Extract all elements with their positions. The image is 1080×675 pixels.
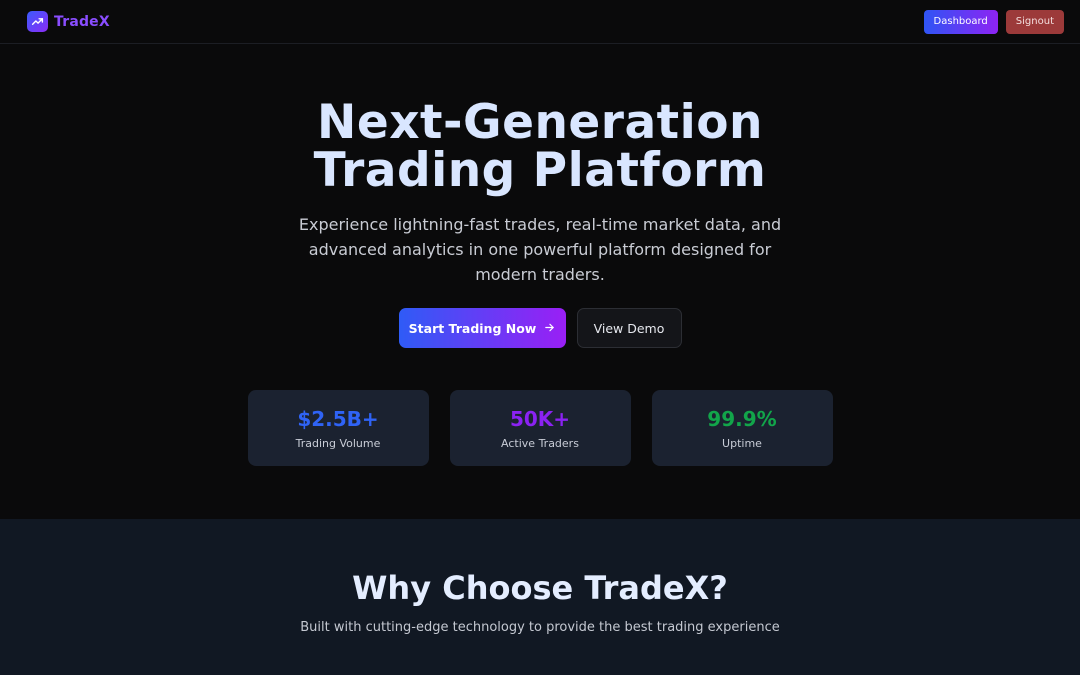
view-demo-button[interactable]: View Demo	[576, 308, 682, 348]
hero-title-line-1: Next-Generation	[316, 99, 763, 150]
hero-subtitle: Experience lightning-fast trades, real-t…	[298, 215, 782, 284]
brand-link[interactable]: TradeX	[27, 11, 110, 32]
hero-section: Next-Generation Trading Platform Experie…	[0, 44, 1080, 519]
features-section: Why Choose TradeX? Built with cutting-ed…	[0, 519, 1080, 675]
stat-card-active-traders: 50K+ Active Traders	[449, 390, 631, 466]
features-title: Why Choose TradeX?	[352, 569, 728, 607]
trending-up-icon	[27, 11, 48, 32]
arrow-right-icon	[544, 321, 555, 336]
features-subtitle: Built with cutting-edge technology to pr…	[300, 620, 780, 635]
stat-card-uptime: 99.9% Uptime	[651, 390, 833, 466]
hero-title: Next-Generation Trading Platform	[0, 99, 1080, 197]
stat-value: 50K+	[509, 406, 571, 431]
top-navbar: TradeX Dashboard Signout	[0, 0, 1080, 44]
dashboard-button[interactable]: Dashboard	[923, 9, 998, 34]
stat-label: Active Traders	[501, 436, 579, 450]
hero-cta-group: Start Trading Now View Demo	[0, 308, 1080, 348]
stat-card-trading-volume: $2.5B+ Trading Volume	[247, 390, 429, 466]
brand-name: TradeX	[54, 13, 110, 30]
hero-title-line-2: Trading Platform	[313, 143, 767, 197]
stat-value: 99.9%	[707, 406, 777, 431]
stat-value: $2.5B+	[297, 406, 379, 431]
stat-label: Trading Volume	[295, 436, 381, 450]
signout-button[interactable]: Signout	[1005, 9, 1064, 34]
start-trading-button[interactable]: Start Trading Now	[398, 308, 566, 348]
start-trading-label: Start Trading Now	[408, 320, 537, 336]
page: TradeX Dashboard Signout Next-Generation…	[0, 0, 1080, 675]
stats-row: $2.5B+ Trading Volume 50K+ Active Trader…	[0, 390, 1080, 466]
nav-actions: Dashboard Signout	[923, 9, 1064, 34]
stat-label: Uptime	[722, 436, 762, 450]
